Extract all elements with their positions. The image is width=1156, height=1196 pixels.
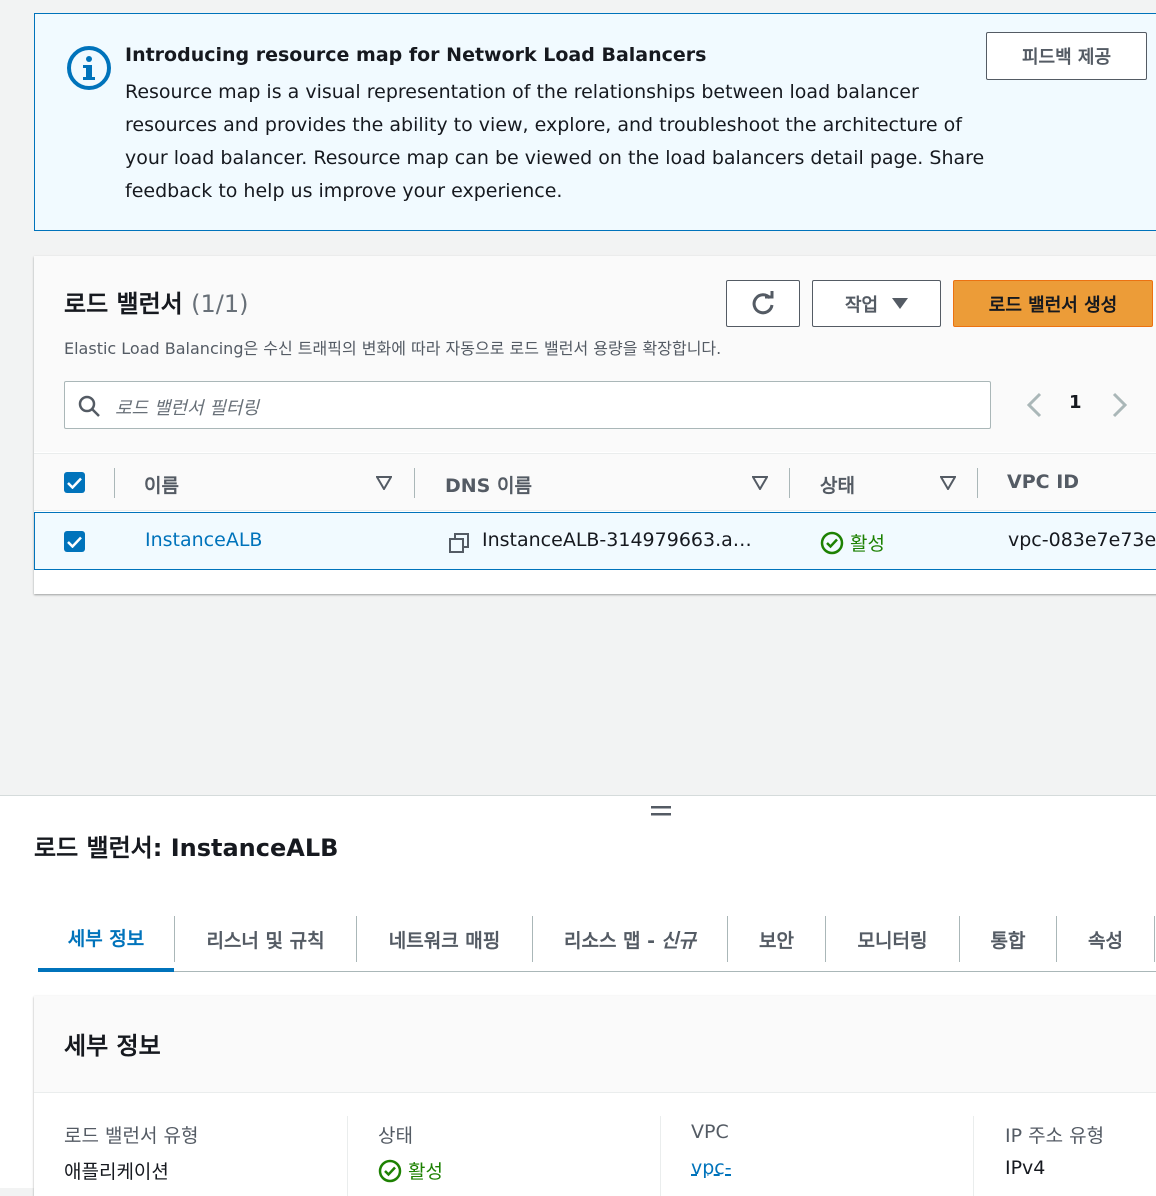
column-header-vpc[interactable]: VPC ID (1007, 471, 1079, 493)
tab-bar: 세부 정보 리스너 및 규칙 네트워크 매핑 리소스 맵 - 신규 보안 모니터… (38, 906, 1156, 972)
new-tag: 신규 (661, 929, 696, 952)
details-split-pane: 로드 밸런서: InstanceALB 세부 정보 리스너 및 규칙 네트워크 … (0, 795, 1156, 1196)
status-badge: 활성 (820, 529, 885, 556)
column-header-name[interactable]: 이름 (144, 471, 179, 498)
success-check-icon (820, 531, 844, 554)
tab-integrations[interactable]: 통합 (960, 906, 1056, 972)
field-value-type: 애플리케이션 (64, 1161, 169, 1183)
chevron-right-icon[interactable] (1108, 391, 1130, 419)
tab-security[interactable]: 보안 (728, 906, 825, 972)
tab-network-mapping[interactable]: 네트워크 매핑 (357, 906, 532, 972)
resize-handle-icon[interactable] (651, 805, 671, 817)
panel-description: Elastic Load Balancing은 수신 트래픽의 변화에 따라 자… (64, 339, 722, 358)
column-divider (789, 468, 790, 498)
field-divider (660, 1116, 661, 1196)
table-header: 이름 DNS 이름 상태 VPC ID (34, 453, 1156, 511)
details-header: 세부 정보 (34, 996, 1156, 1093)
select-all-checkbox[interactable] (64, 472, 85, 493)
tab-resource-map[interactable]: 리소스 맵 - 신규 (533, 906, 727, 972)
table-row[interactable]: InstanceALB InstanceALB-314979663.a… 활성 … (34, 512, 1156, 570)
column-divider (414, 468, 415, 498)
field-value-state: 활성 (378, 1157, 443, 1184)
refresh-button[interactable] (726, 280, 800, 327)
panel-header: 로드 밸런서 (1/1) Elastic Load Balancing은 수신 … (34, 256, 1156, 452)
actions-button[interactable]: 작업 (812, 280, 941, 327)
field-divider (973, 1116, 974, 1196)
vpc-id-value: vpc-083e7e73e (1008, 529, 1156, 551)
column-divider (977, 468, 978, 498)
panel-title: 로드 밸런서 (64, 290, 183, 318)
check-icon (67, 477, 82, 489)
chevron-left-icon[interactable] (1024, 391, 1046, 419)
load-balancers-panel: 로드 밸런서 (1/1) Elastic Load Balancing은 수신 … (34, 256, 1156, 594)
caret-down-icon (892, 297, 909, 309)
actions-label: 작업 (844, 294, 879, 316)
tab-attributes[interactable]: 속성 (1057, 906, 1154, 972)
success-check-icon (378, 1159, 402, 1182)
dns-name-value: InstanceALB-314979663.a… (482, 529, 752, 551)
field-value-state-label: 활성 (408, 1161, 443, 1183)
details-container: 세부 정보 로드 밸런서 유형 애플리케이션 상태 활성 VPC vpc- IP… (34, 996, 1156, 1196)
tab-divider (1154, 916, 1155, 962)
column-divider (114, 468, 115, 498)
sort-icon[interactable] (376, 476, 392, 490)
field-value-vpc-link[interactable]: vpc- (691, 1157, 732, 1179)
item-count: (1/1) (191, 290, 249, 318)
feedback-button[interactable]: 피드백 제공 (986, 32, 1147, 80)
tab-listeners[interactable]: 리스너 및 규칙 (175, 906, 356, 972)
check-icon (67, 536, 82, 548)
details-section-title: 세부 정보 (64, 1032, 161, 1060)
refresh-icon (752, 290, 774, 314)
search-icon (78, 395, 100, 417)
info-banner: Introducing resource map for Network Loa… (34, 13, 1156, 231)
column-header-state[interactable]: 상태 (820, 471, 855, 498)
create-load-balancer-button[interactable]: 로드 밸런서 생성 (953, 280, 1153, 327)
field-label-state: 상태 (378, 1125, 413, 1147)
banner-body: Resource map is a visual representation … (125, 81, 985, 202)
sort-icon[interactable] (940, 476, 956, 490)
banner-title: Introducing resource map for Network Loa… (125, 44, 707, 66)
filter-placeholder: 로드 밸런서 필터링 (115, 398, 259, 419)
load-balancer-name-link[interactable]: InstanceALB (145, 529, 262, 551)
details-page-title: 로드 밸런서: InstanceALB (34, 834, 339, 862)
tab-resource-map-label: 리소스 맵 - (563, 929, 656, 952)
field-value-ip-type: IPv4 (1005, 1157, 1046, 1179)
field-label-vpc: VPC (691, 1121, 729, 1143)
info-icon (67, 46, 111, 90)
field-label-ip-type: IP 주소 유형 (1005, 1125, 1105, 1147)
row-checkbox[interactable] (64, 531, 85, 552)
filter-input[interactable]: 로드 밸런서 필터링 (64, 381, 991, 429)
tab-monitoring[interactable]: 모니터링 (826, 906, 959, 972)
tab-details[interactable]: 세부 정보 (38, 906, 174, 972)
status-label: 활성 (850, 533, 885, 555)
field-divider (347, 1116, 348, 1196)
field-label-type: 로드 밸런서 유형 (64, 1125, 199, 1147)
copy-icon[interactable] (448, 532, 470, 554)
sort-icon[interactable] (752, 476, 768, 490)
page-number[interactable]: 1 (1069, 392, 1082, 413)
column-header-dns[interactable]: DNS 이름 (445, 471, 532, 498)
page-title: 로드 밸런서 (1/1) (64, 284, 248, 319)
